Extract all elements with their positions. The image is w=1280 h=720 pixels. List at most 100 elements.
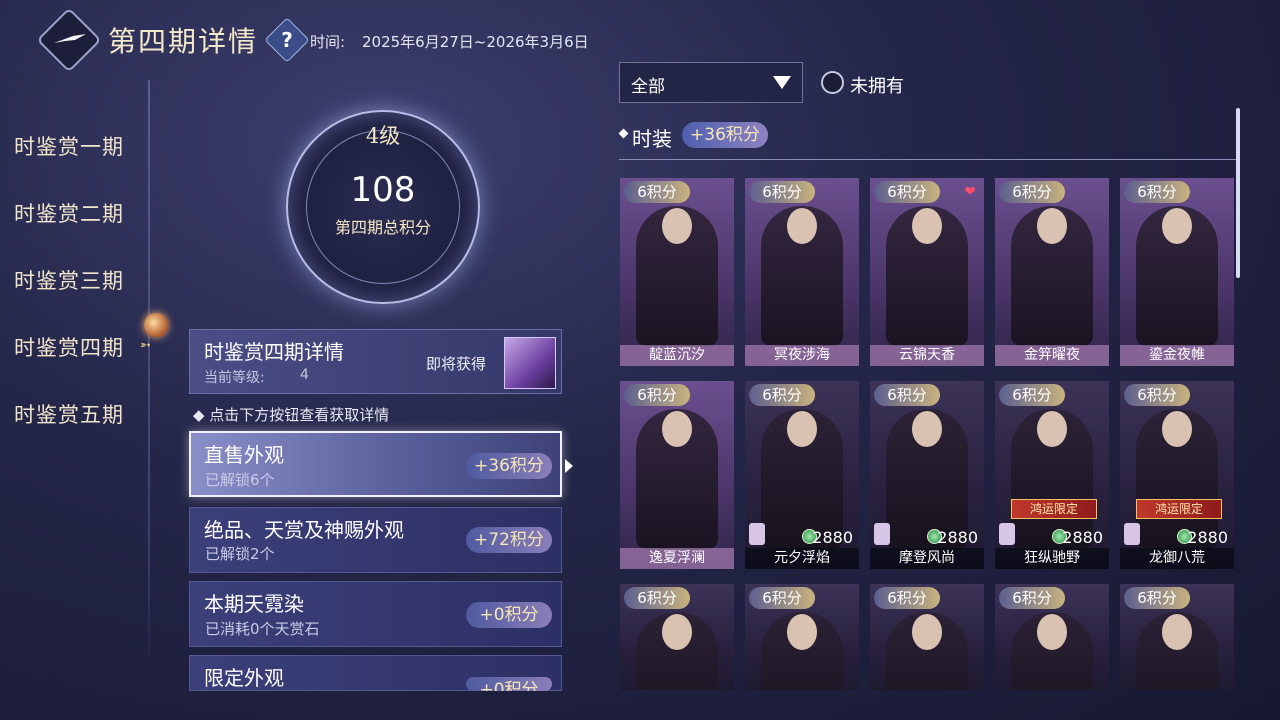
chevron-down-icon <box>773 76 791 89</box>
category-subtitle: 已消耗0个天赏石 <box>205 620 320 638</box>
character-head <box>787 614 817 650</box>
sidebar-item-period-4[interactable]: 时鉴赏四期 <box>14 332 124 362</box>
category-title: 直售外观 <box>204 443 284 467</box>
character-head <box>662 411 692 447</box>
card-points-badge: 6积分 <box>624 384 690 406</box>
category-subtitle: 已解锁6个 <box>205 471 275 489</box>
limited-tag: 鸿运限定 <box>1011 499 1097 519</box>
sidebar-item-period-2[interactable]: 时鉴赏二期 <box>14 198 124 228</box>
character-head <box>1037 614 1067 650</box>
outfit-card[interactable]: 6积分靛蓝沉汐 <box>620 178 734 366</box>
upcoming-reward-label: 即将获得 <box>426 355 487 373</box>
section-title: 时装 <box>632 127 672 151</box>
outfit-card[interactable]: 6积分 <box>1120 584 1234 690</box>
card-points-badge: 6积分 <box>999 587 1065 609</box>
outfit-card[interactable]: 6积分 鎏金夜帷 <box>1120 178 1234 366</box>
card-name: 逸夏浮澜 <box>620 548 734 569</box>
outfit-card[interactable]: 6积分逸夏浮澜 <box>620 381 734 569</box>
character-head <box>787 411 817 447</box>
outfit-card[interactable]: 6积分 <box>745 584 859 690</box>
card-price: 2880 <box>1187 528 1228 547</box>
filter-selected-value: 全部 <box>631 77 665 97</box>
outfit-card[interactable]: 6积分摩登风尚 2880 <box>870 381 984 569</box>
scrollbar[interactable] <box>1236 108 1240 278</box>
time-label: 时间: <box>310 33 346 51</box>
character-head <box>912 208 942 244</box>
heart-icon: ❤ <box>964 184 976 200</box>
level-text: 4级 <box>365 124 401 148</box>
card-name: 靛蓝沉汐 <box>620 345 734 366</box>
instruction-tip: ◆ 点击下方按钮查看获取详情 <box>193 406 390 424</box>
card-name: 摩登风尚 <box>870 548 984 569</box>
outfit-card[interactable]: 6积分 ❤ 云锦天香 <box>870 178 984 366</box>
card-name: 云锦天香 <box>870 345 984 366</box>
card-points-badge: 6积分 <box>1124 384 1190 406</box>
card-price: 2880 <box>1062 528 1103 547</box>
lock-icon <box>999 523 1015 545</box>
character-head <box>1162 208 1192 244</box>
wing-logo-icon <box>54 34 86 43</box>
outfit-card[interactable]: 6积分 <box>995 584 1109 690</box>
limited-tag: 鸿运限定 <box>1136 499 1222 519</box>
card-points-badge: 6积分 <box>874 587 940 609</box>
card-name: 金笄曜夜 <box>995 345 1109 366</box>
card-price: 2880 <box>937 528 978 547</box>
current-level-value: 4 <box>300 367 309 383</box>
card-name: 龙御八荒 <box>1120 548 1234 569</box>
outfit-card[interactable]: 6积分金笄曜夜 <box>995 178 1109 366</box>
total-score-value: 108 <box>350 170 416 210</box>
outfit-card[interactable]: 6积分元夕浮焰 2880 <box>745 381 859 569</box>
sidebar-item-period-5[interactable]: 时鉴赏五期 <box>14 399 124 429</box>
card-points-badge: 6积分 <box>874 384 940 406</box>
card-points-badge: 6积分 <box>749 384 815 406</box>
active-category-arrow-icon <box>565 459 573 473</box>
category-title: 绝品、天赏及神赐外观 <box>204 518 404 542</box>
card-points-badge: 6积分 <box>1124 587 1190 609</box>
section-divider <box>619 159 1237 160</box>
outfit-card[interactable]: 6积分冥夜涉海 <box>745 178 859 366</box>
category-points-badge: +72积分 <box>466 527 552 553</box>
card-points-badge: 6积分 <box>999 181 1065 203</box>
upcoming-reward-thumbnail[interactable] <box>504 337 556 389</box>
outfit-card[interactable]: 6积分 狂纵驰野 2880 鸿运限定 <box>995 381 1109 569</box>
section-points-badge: +36积分 <box>682 122 768 148</box>
category-title: 本期天霓染 <box>204 592 304 616</box>
card-points-badge: 6积分 <box>749 587 815 609</box>
character-head <box>1037 411 1067 447</box>
not-owned-label[interactable]: 未拥有 <box>850 72 904 98</box>
total-score-label: 第四期总积分 <box>334 218 431 237</box>
card-name: 元夕浮焰 <box>745 548 859 569</box>
character-head <box>662 614 692 650</box>
category-points-badge: +36积分 <box>466 453 552 479</box>
page-title: 第四期详情 <box>108 25 259 58</box>
lock-icon <box>1124 523 1140 545</box>
card-name: 鎏金夜帷 <box>1120 345 1234 366</box>
time-range: 2025年6月27日~2026年3月6日 <box>362 33 589 51</box>
card-points-badge: 6积分 <box>999 384 1065 406</box>
character-head <box>912 614 942 650</box>
character-head <box>1037 208 1067 244</box>
current-level-label: 当前等级: <box>204 370 265 386</box>
card-points-badge: 6积分 <box>874 181 940 203</box>
sidebar-item-period-1[interactable]: 时鉴赏一期 <box>14 131 124 161</box>
period-details-title: 时鉴赏四期详情 <box>204 340 344 364</box>
outfit-card[interactable]: 6积分 <box>870 584 984 690</box>
sidebar-item-period-3[interactable]: 时鉴赏三期 <box>14 265 124 295</box>
not-owned-radio[interactable] <box>821 71 844 94</box>
character-head <box>787 208 817 244</box>
character-head <box>1162 411 1192 447</box>
character-head <box>662 208 692 244</box>
active-indicator-orb-icon <box>144 313 168 337</box>
category-points-badge: +0积分 <box>466 602 552 628</box>
card-points-badge: 6积分 <box>624 587 690 609</box>
outfit-card[interactable]: 6积分 <box>620 584 734 690</box>
card-name: 冥夜涉海 <box>745 345 859 366</box>
card-points-badge: 6积分 <box>624 181 690 203</box>
outfit-card[interactable]: 6积分龙御八荒 2880 鸿运限定 <box>1120 381 1234 569</box>
card-price: 2880 <box>812 528 853 547</box>
category-title: 限定外观 <box>204 666 284 690</box>
lock-icon <box>874 523 890 545</box>
section-bullet-icon <box>618 128 629 139</box>
sidebar-divider <box>148 80 150 670</box>
card-points-badge: 6积分 <box>749 181 815 203</box>
